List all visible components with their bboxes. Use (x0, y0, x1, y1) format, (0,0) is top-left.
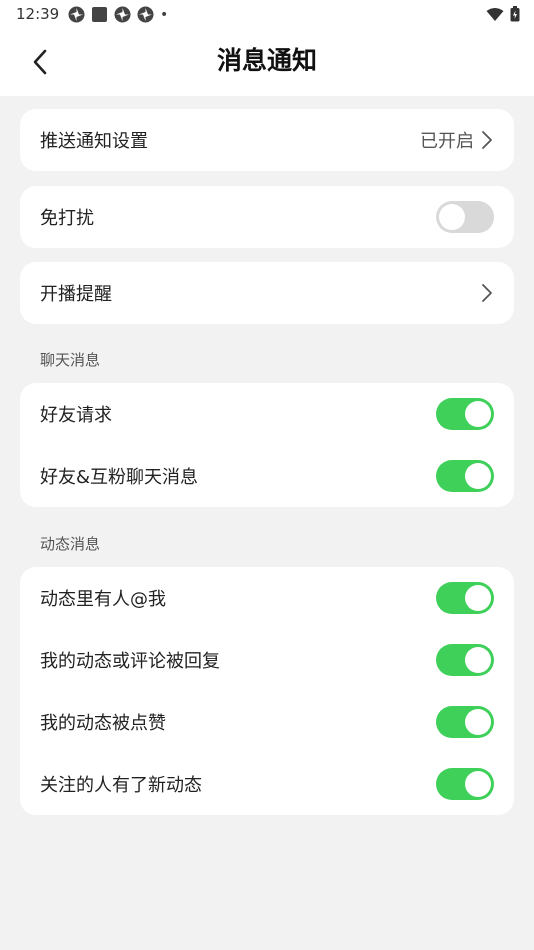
toggle-knob (439, 204, 465, 230)
page-title: 消息通知 (216, 46, 317, 75)
dnd-card: 免打扰 (20, 186, 514, 248)
push-settings-row[interactable]: 推送通知设置 已开启 (20, 109, 514, 171)
feed-reply-row: 我的动态或评论被回复 (20, 629, 514, 691)
friend-request-label: 好友请求 (40, 405, 112, 426)
feed-mention-row: 动态里有人@我 (20, 567, 514, 629)
status-time: 12:39 (16, 5, 60, 23)
chevron-left-icon (33, 49, 47, 75)
toggle-knob (465, 463, 491, 489)
header-bar: 消息通知 (0, 28, 534, 96)
pinwheel-icon (137, 6, 154, 23)
feed-section-title: 动态消息 (40, 535, 101, 553)
live-reminder-card: 开播提醒 (20, 262, 514, 324)
pinwheel-icon (114, 6, 131, 23)
battery-icon (510, 6, 520, 26)
push-settings-label: 推送通知设置 (40, 131, 148, 152)
status-notification-icons: • (68, 6, 168, 23)
chevron-right-icon (480, 283, 494, 303)
toggle-knob (465, 401, 491, 427)
chevron-right-icon (480, 130, 494, 150)
feed-reply-toggle[interactable] (436, 644, 494, 676)
feed-mention-toggle[interactable] (436, 582, 494, 614)
feed-following-label: 关注的人有了新动态 (40, 775, 202, 796)
back-button[interactable] (22, 44, 58, 80)
friend-chat-row: 好友&互粉聊天消息 (20, 445, 514, 507)
pinwheel-icon (68, 6, 85, 23)
push-settings-right: 已开启 (420, 127, 494, 153)
feed-following-row: 关注的人有了新动态 (20, 753, 514, 815)
toggle-knob (465, 709, 491, 735)
feed-reply-label: 我的动态或评论被回复 (40, 651, 220, 672)
toggle-knob (465, 647, 491, 673)
friend-chat-toggle[interactable] (436, 460, 494, 492)
feed-like-toggle[interactable] (436, 706, 494, 738)
dnd-toggle[interactable] (436, 201, 494, 233)
toggle-knob (465, 771, 491, 797)
feed-like-label: 我的动态被点赞 (40, 713, 166, 734)
friend-request-row: 好友请求 (20, 383, 514, 445)
status-system-icons (486, 6, 520, 26)
status-dot: • (160, 6, 169, 23)
feed-following-toggle[interactable] (436, 768, 494, 800)
feed-settings-card: 动态里有人@我 我的动态或评论被回复 我的动态被点赞 关注的人有了新动态 (20, 567, 514, 815)
feed-mention-label: 动态里有人@我 (40, 589, 166, 610)
friend-chat-label: 好友&互粉聊天消息 (40, 467, 199, 488)
live-reminder-right (480, 283, 494, 303)
dnd-label: 免打扰 (40, 208, 94, 229)
feed-like-row: 我的动态被点赞 (20, 691, 514, 753)
push-settings-status: 已开启 (420, 131, 474, 152)
friend-request-toggle[interactable] (436, 398, 494, 430)
square-app-icon (91, 6, 108, 23)
push-settings-card: 推送通知设置 已开启 (20, 109, 514, 171)
toggle-knob (465, 585, 491, 611)
wifi-icon (486, 7, 504, 26)
live-reminder-label: 开播提醒 (40, 284, 112, 305)
status-bar: 12:39 • (0, 0, 534, 28)
live-reminder-row[interactable]: 开播提醒 (20, 262, 514, 324)
chat-settings-card: 好友请求 好友&互粉聊天消息 (20, 383, 514, 507)
dnd-row: 免打扰 (20, 186, 514, 248)
chat-section-title: 聊天消息 (40, 351, 101, 369)
